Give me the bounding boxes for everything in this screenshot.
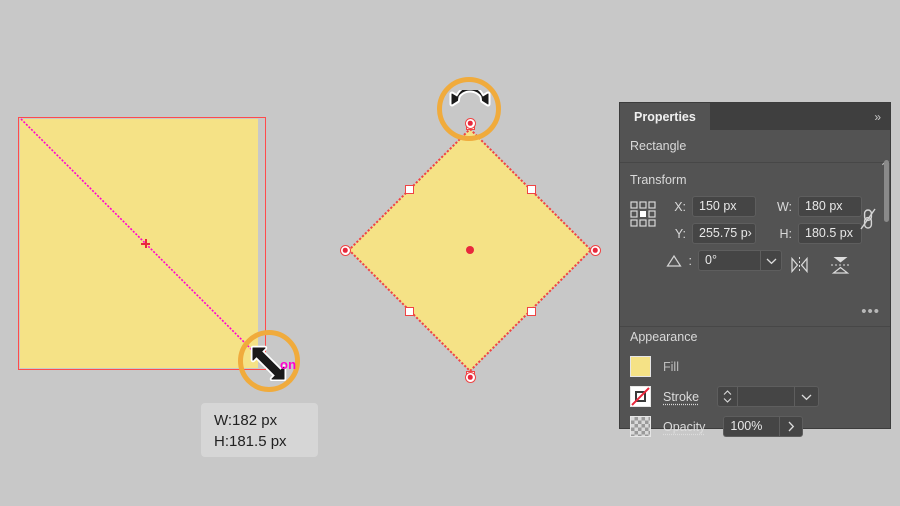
rotate-cursor <box>449 90 491 107</box>
tab-bar-empty-area: » <box>710 103 890 130</box>
measurement-width: W:182 px <box>214 412 278 429</box>
h-input[interactable]: 180.5 px <box>798 223 862 244</box>
flip-buttons <box>790 256 850 274</box>
none-slash-icon <box>631 387 650 406</box>
stepper-down-icon <box>723 398 732 403</box>
fill-label: Fill <box>663 359 679 374</box>
more-options-button[interactable]: ••• <box>861 304 880 319</box>
measurement-height: H:181.5 px <box>214 433 287 450</box>
w-label: W: <box>776 199 792 214</box>
rotation-center-point <box>466 246 474 254</box>
object-type-label: Rectangle <box>620 130 890 163</box>
stroke-weight-input[interactable] <box>737 386 796 407</box>
stroke-none-swatch-icon[interactable] <box>630 386 651 407</box>
double-chevron-right-icon[interactable]: » <box>874 110 881 124</box>
tab-properties[interactable]: Properties <box>620 103 710 130</box>
panel-tab-bar[interactable]: Properties » <box>620 103 890 130</box>
y-label: Y: <box>674 226 686 241</box>
w-input[interactable]: 180 px <box>798 196 862 217</box>
measurement-tooltip: W:182 px H:181.5 px <box>201 403 318 457</box>
tab-properties-label: Properties <box>634 109 696 124</box>
angle-input[interactable]: 0° <box>698 250 760 271</box>
chevron-down-icon <box>766 258 776 264</box>
angle-dropdown-button[interactable] <box>760 250 782 271</box>
bbox-handle-bottom-left[interactable] <box>404 306 414 316</box>
rectangle-original-bounding-box <box>18 117 266 370</box>
corner-anchor-left[interactable] <box>339 244 351 256</box>
bbox-handle-bottom-right[interactable] <box>526 306 536 316</box>
y-input[interactable]: 255.75 p› <box>692 223 756 244</box>
x-input[interactable]: 150 px <box>692 196 756 217</box>
appearance-row-opacity: Opacity 100% <box>620 413 890 440</box>
smart-guide-label: on <box>280 357 297 372</box>
chevron-down-icon <box>801 394 812 400</box>
flip-horizontal-icon[interactable] <box>790 257 809 273</box>
rectangle-rotated-group[interactable] <box>339 117 601 383</box>
reference-point-grid-icon[interactable] <box>630 201 656 227</box>
stroke-weight-stepper[interactable] <box>717 386 738 407</box>
chevron-right-icon <box>788 421 795 432</box>
corner-anchor-right[interactable] <box>589 244 601 256</box>
stroke-label[interactable]: Stroke <box>663 390 699 404</box>
panel-body: Rectangle Transform X: 150 px W: 180 px … <box>620 130 890 437</box>
properties-panel[interactable]: Properties » Rectangle Transform X: 150 … <box>620 103 890 437</box>
angle-icon <box>666 254 682 267</box>
opacity-options-button[interactable] <box>779 416 804 437</box>
transparency-checker-icon[interactable] <box>630 416 651 437</box>
appearance-heading: Appearance <box>630 330 698 344</box>
bbox-handle-top-left[interactable] <box>404 184 414 194</box>
transform-section: Transform X: 150 px W: 180 px Y: 255.75 … <box>620 163 890 319</box>
bbox-handle-top-right[interactable] <box>526 184 536 194</box>
appearance-section: Appearance Fill Stroke Opacity 100% <box>620 330 890 443</box>
flip-vertical-icon[interactable] <box>831 256 850 274</box>
h-label: H: <box>779 226 793 241</box>
opacity-label[interactable]: Opacity <box>663 420 705 434</box>
angle-colon: : <box>688 253 692 268</box>
appearance-row-stroke: Stroke <box>620 383 890 410</box>
section-divider <box>620 326 890 327</box>
opacity-input[interactable]: 100% <box>723 416 780 437</box>
x-label: X: <box>674 199 686 214</box>
opacity-control: 100% <box>723 416 804 437</box>
transform-heading: Transform <box>630 173 687 187</box>
corner-anchor-bottom[interactable] <box>464 371 476 383</box>
stroke-dropdown-button[interactable] <box>795 386 820 407</box>
broken-chain-link-icon[interactable] <box>858 206 878 232</box>
stepper-up-icon <box>723 390 732 395</box>
fill-swatch-icon[interactable] <box>630 356 651 377</box>
stroke-weight-control <box>717 386 820 407</box>
appearance-row-fill: Fill <box>620 353 890 380</box>
